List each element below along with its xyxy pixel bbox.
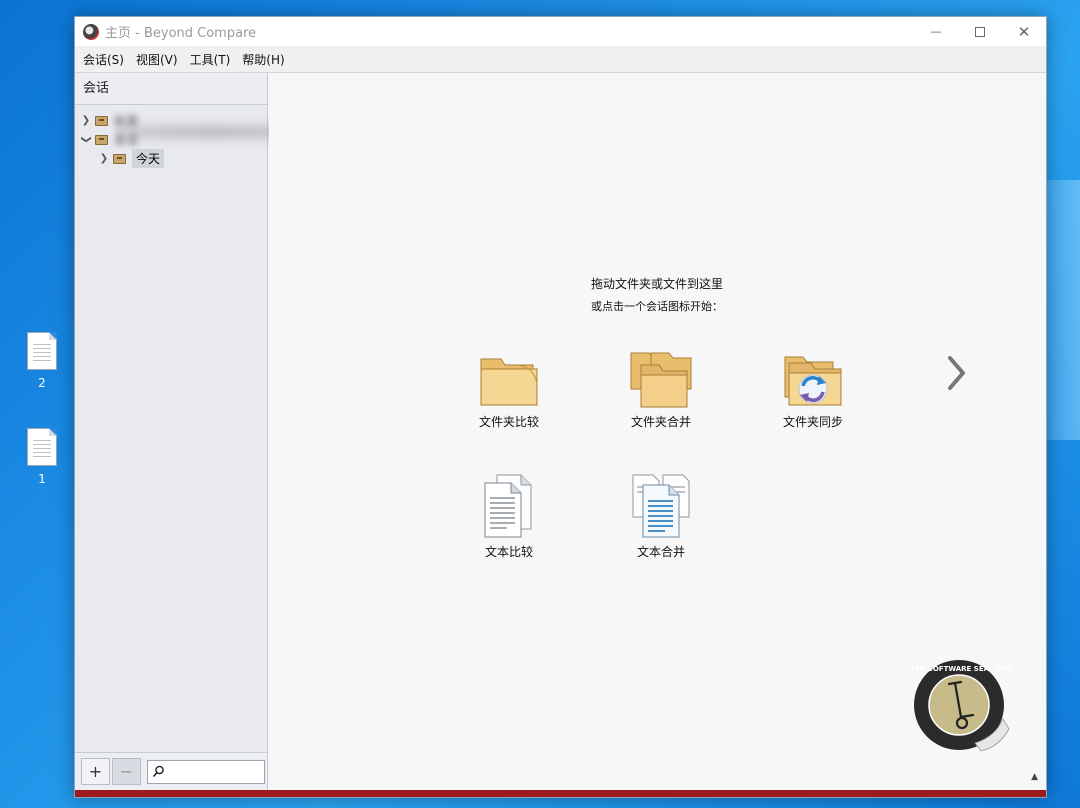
menu-tools[interactable]: 工具(T): [184, 51, 237, 68]
maximize-button[interactable]: [958, 17, 1002, 46]
tile-label: 文件夹比较: [478, 415, 539, 429]
menu-bar: 会话(S) 视图(V) 工具(T) 帮助(H): [75, 46, 1046, 73]
chevron-down-icon[interactable]: ❯: [81, 135, 92, 145]
tile-label: 文本比较: [484, 545, 533, 559]
minimize-button[interactable]: —: [914, 17, 958, 46]
sessions-sidebar: 会话 ❯ 新建 ❯ 会话 ❯ 今天 + −: [75, 73, 515, 790]
tree-item-label: 会话: [114, 133, 139, 147]
minimize-icon: —: [930, 25, 942, 38]
tree-item-today[interactable]: ❯ 今天: [75, 149, 267, 168]
menu-help[interactable]: 帮助(H): [236, 51, 290, 68]
close-icon: ✕: [1017, 22, 1031, 41]
window-title: 主页 - Beyond Compare: [105, 26, 257, 41]
session-folder-icon: [95, 115, 108, 126]
folder-sync-icon: [784, 356, 842, 406]
add-session-button[interactable]: +: [81, 758, 110, 785]
home-panel: 拖动文件夹或文件到这里 或点击一个会话图标开始： 文件夹比较 文件夹合并 文件夹…: [269, 73, 1046, 790]
desktop-file-label: 1: [38, 472, 46, 486]
session-tree: ❯ 新建 ❯ 会话 ❯ 今天: [75, 105, 515, 168]
start-hint: 或点击一个会话图标开始：: [591, 300, 723, 313]
folder-merge-icon: [630, 352, 692, 408]
tile-label: 文本合并: [636, 545, 685, 559]
document-icon: [27, 332, 57, 370]
title-bar[interactable]: 主页 - Beyond Compare — ✕: [75, 17, 1046, 46]
chevron-right-icon[interactable]: ❯: [99, 153, 109, 164]
session-folder-icon: [113, 153, 126, 164]
tree-item-sessions[interactable]: ❯ 会话: [75, 130, 267, 149]
seal-text: SCOOTER SOFTWARE SEAL QUALITY: [911, 665, 1011, 673]
desktop-file-2[interactable]: 2: [22, 332, 62, 390]
sidebar-footer: + −: [75, 752, 267, 790]
folder-merge-tile[interactable]: 文件夹合并: [616, 349, 706, 430]
text-merge-icon: [632, 474, 690, 538]
text-merge-tile[interactable]: 文本合并: [616, 473, 706, 560]
sidebar-header: 会话: [75, 73, 267, 105]
folder-sync-tile[interactable]: 文件夹同步: [768, 351, 858, 430]
text-compare-tile[interactable]: 文本比较: [464, 473, 554, 560]
window-accent-bar: [75, 790, 1046, 797]
app-logo-icon: [83, 23, 99, 40]
tile-label: 文件夹合并: [630, 415, 691, 429]
desktop-file-1[interactable]: 1: [22, 428, 62, 486]
tree-item-new[interactable]: ❯ 新建: [75, 111, 267, 130]
beyond-compare-window: 主页 - Beyond Compare — ✕ 会话(S) 视图(V) 工具(T…: [74, 16, 1047, 798]
tree-item-label: 新建: [114, 114, 139, 128]
tree-item-label: 今天: [132, 149, 165, 168]
folder-compare-icon: [480, 358, 538, 406]
close-button[interactable]: ✕: [1002, 17, 1046, 46]
session-search-box[interactable]: [147, 759, 265, 784]
drop-hint: 拖动文件夹或文件到这里: [591, 277, 724, 291]
chevron-right-icon[interactable]: ❯: [81, 115, 91, 126]
text-compare-icon: [484, 474, 532, 538]
next-page-arrow-icon[interactable]: [945, 353, 969, 393]
session-search-input[interactable]: [165, 764, 255, 779]
menu-view[interactable]: 视图(V): [130, 51, 184, 68]
desktop-file-label: 2: [38, 376, 46, 390]
menu-session[interactable]: 会话(S): [77, 51, 130, 68]
remove-session-button[interactable]: −: [112, 758, 141, 785]
document-icon: [27, 428, 57, 466]
tile-label: 文件夹同步: [782, 415, 843, 429]
folder-compare-tile[interactable]: 文件夹比较: [464, 351, 554, 430]
scooter-software-seal-logo: SCOOTER SOFTWARE SEAL QUALITY: [911, 660, 1011, 752]
scroll-up-icon[interactable]: ▲: [1031, 772, 1038, 782]
maximize-icon: [975, 26, 985, 37]
session-folder-icon: [95, 134, 108, 145]
search-icon: [152, 765, 164, 778]
